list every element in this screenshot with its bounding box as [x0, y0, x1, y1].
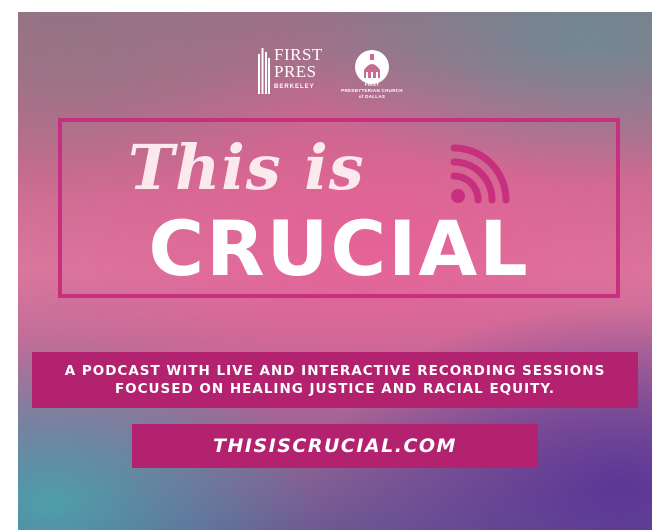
- first-pres-berkeley-logo: FIRST PRES BERKELEY: [258, 46, 328, 102]
- website-banner[interactable]: THISISCRUCIAL.COM: [132, 424, 538, 468]
- first-pres-line2: PRES: [274, 62, 317, 81]
- title-frame: This is CRUCIAL: [58, 118, 620, 298]
- first-pres-wordmark: FIRST PRES: [274, 46, 323, 80]
- organ-pipes-icon: [258, 48, 270, 94]
- description-line1: A PODCAST WITH LIVE AND INTERACTIVE RECO…: [64, 363, 606, 379]
- title-line2: CRUCIAL: [148, 204, 530, 293]
- website-link[interactable]: THISISCRUCIAL.COM: [213, 424, 457, 468]
- dallas-wordmark: FIRST PRESBYTERIAN CHURCH of DALLAS: [340, 82, 404, 100]
- signal-icon: [450, 144, 510, 204]
- title-line1: This is: [128, 131, 365, 204]
- first-pres-line1: FIRST: [274, 45, 323, 64]
- first-pres-sub: BERKELEY: [274, 84, 315, 90]
- logo-row: FIRST PRES BERKELEY FIRST PRESBYTERIAN C…: [18, 46, 652, 106]
- dallas-line3: of DALLAS: [358, 94, 386, 99]
- description-line2: FOCUSED ON HEALING JUSTICE AND RACIAL EQ…: [114, 381, 556, 397]
- first-presbyterian-dallas-logo: FIRST PRESBYTERIAN CHURCH of DALLAS: [340, 50, 426, 102]
- podcast-poster: FIRST PRES BERKELEY FIRST PRESBYTERIAN C…: [18, 12, 652, 530]
- description-banner: A PODCAST WITH LIVE AND INTERACTIVE RECO…: [32, 352, 638, 408]
- church-dome-icon: [355, 50, 389, 84]
